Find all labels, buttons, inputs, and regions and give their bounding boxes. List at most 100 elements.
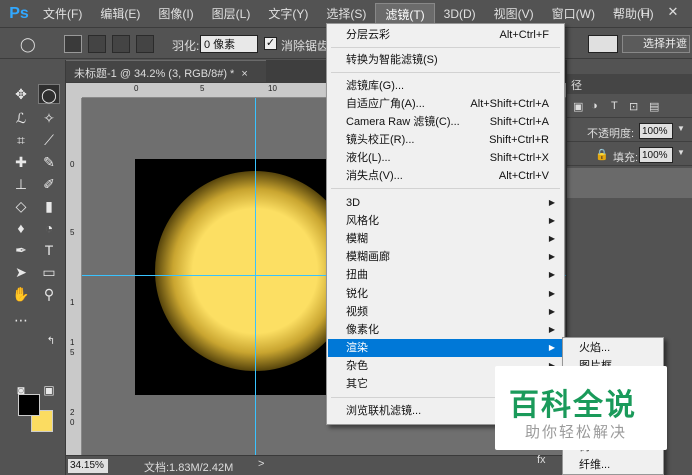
menu-item-convert-smart-filter[interactable]: 转换为智能滤镜(S) <box>328 51 563 69</box>
menu-item-sharpen[interactable]: 锐化 ▶ <box>328 285 563 303</box>
menu-item-blur[interactable]: 模糊 ▶ <box>328 230 563 248</box>
more-tools-icon[interactable]: ⋯ <box>10 310 32 330</box>
lasso-tool-icon[interactable]: ℒ <box>10 108 32 128</box>
blur-tool-icon[interactable]: ♦ <box>10 218 32 238</box>
move-tool-icon[interactable]: ✥ <box>10 84 32 104</box>
filter-type-icon[interactable]: T <box>611 100 618 112</box>
healing-brush-icon[interactable]: ✚ <box>10 152 32 172</box>
menu-item-adaptive-wide-angle[interactable]: 自适应广角(A)... Alt+Shift+Ctrl+A <box>328 95 563 113</box>
menu-item-label: 像素化 <box>346 324 379 336</box>
menu-item-stylize[interactable]: 风格化 ▶ <box>328 212 563 230</box>
crop-tool-icon[interactable]: ⌗ <box>10 130 32 150</box>
height-input[interactable] <box>588 35 618 53</box>
status-menu-arrow[interactable]: > <box>258 458 264 470</box>
new-selection-icon[interactable] <box>64 35 82 53</box>
menu-3d[interactable]: 3D(D) <box>435 3 485 25</box>
menu-window[interactable]: 窗口(W) <box>543 3 604 25</box>
subtract-selection-icon[interactable] <box>112 35 130 53</box>
document-tab-title: 未标题-1 @ 34.2% (3, RGB/8#) * <box>74 68 235 80</box>
menu-separator <box>331 188 560 189</box>
zoom-tool-icon[interactable]: ⚲ <box>38 284 60 304</box>
vertical-guide[interactable] <box>255 98 256 455</box>
menu-file[interactable]: 文件(F) <box>34 3 91 25</box>
path-selection-icon[interactable]: ➤ <box>10 262 32 282</box>
menu-item-filter-gallery[interactable]: 滤镜库(G)... <box>328 77 563 95</box>
menu-layer[interactable]: 图层(L) <box>203 3 260 25</box>
swap-colors-icon[interactable]: ↰ <box>40 332 62 352</box>
lock-icon[interactable]: 🔒 <box>595 148 609 161</box>
menu-item-blur-gallery[interactable]: 模糊画廊 ▶ <box>328 248 563 266</box>
rectangle-tool-icon[interactable]: ▭ <box>38 262 60 282</box>
filter-pixel-icon[interactable]: ▣ <box>573 100 583 113</box>
filter-smart-icon[interactable]: ▤ <box>649 100 659 113</box>
zoom-level-field[interactable]: 34.15% <box>68 459 108 473</box>
submenu-item-fibers[interactable]: 纤维... <box>579 456 610 474</box>
menu-item-pixelate[interactable]: 像素化 ▶ <box>328 321 563 339</box>
brush-tool-icon[interactable]: ✎ <box>38 152 60 172</box>
hand-tool-icon[interactable]: ✋ <box>10 284 32 304</box>
select-and-mask-button[interactable]: 选择并遮 <box>622 35 690 53</box>
marquee-preset-icon[interactable]: ◯ <box>20 35 38 53</box>
opacity-dropdown-icon[interactable]: ▼ <box>677 124 685 133</box>
type-tool-icon[interactable]: T <box>38 240 60 260</box>
fill-field[interactable]: 100% <box>639 147 673 163</box>
menu-edit[interactable]: 编辑(E) <box>91 3 149 25</box>
menu-item-label: 液化(L)... <box>346 152 391 164</box>
add-selection-icon[interactable] <box>88 35 106 53</box>
close-icon[interactable]: ✕ <box>664 4 682 22</box>
intersect-selection-icon[interactable] <box>136 35 154 53</box>
menu-item-camera-raw[interactable]: Camera Raw 滤镜(C)... Shift+Ctrl+A <box>328 113 563 131</box>
menu-item-label: 转换为智能滤镜(S) <box>346 54 438 66</box>
screen-mode-icon[interactable]: ▣ <box>38 380 60 400</box>
ruler-h-label: 5 <box>200 84 205 93</box>
magic-wand-icon[interactable]: ✧ <box>38 108 60 128</box>
opacity-label: 不透明度: <box>587 128 635 140</box>
menu-item-liquify[interactable]: 液化(L)... Shift+Ctrl+X <box>328 149 563 167</box>
clone-stamp-icon[interactable]: ⊥ <box>10 174 32 194</box>
menu-item-vanishing-point[interactable]: 消失点(V)... Alt+Ctrl+V <box>328 167 563 185</box>
menu-image[interactable]: 图像(I) <box>149 3 202 25</box>
antialias-checkbox[interactable]: ✓ <box>264 37 277 50</box>
ruler-v-label: 5 <box>70 348 75 357</box>
menu-item-shortcut: Alt+Ctrl+V <box>498 170 549 182</box>
ruler-v-label: 5 <box>70 228 75 237</box>
dodge-tool-icon[interactable]: ◔ <box>38 218 60 238</box>
foreground-color-swatch[interactable] <box>18 394 40 416</box>
feather-label: 羽化: <box>172 39 200 53</box>
menu-view[interactable]: 视图(V) <box>485 3 543 25</box>
menu-item-video[interactable]: 视频 ▶ <box>328 303 563 321</box>
elliptical-marquee-icon[interactable]: ◯ <box>38 84 60 104</box>
menu-item-lens-correction[interactable]: 镜头校正(R)... Shift+Ctrl+R <box>328 131 563 149</box>
menu-select[interactable]: 选择(S) <box>317 3 375 25</box>
gradient-tool-icon[interactable]: ▮ <box>38 196 60 216</box>
maximize-icon[interactable]: □ <box>636 4 654 22</box>
opacity-field[interactable]: 100% <box>639 123 673 139</box>
menu-item-label: 锐化 <box>346 288 368 300</box>
menu-item-label: 浏览联机滤镜... <box>346 405 422 417</box>
document-tab[interactable]: 未标题-1 @ 34.2% (3, RGB/8#) * × <box>66 60 266 82</box>
menu-item-render[interactable]: 渲染 ▶ <box>328 339 563 357</box>
watermark-title: 百科全说 <box>509 388 637 423</box>
fill-dropdown-icon[interactable]: ▼ <box>677 148 685 157</box>
menu-item-clouds[interactable]: 分层云彩 Alt+Ctrl+F <box>328 26 563 44</box>
eraser-tool-icon[interactable]: ◇ <box>10 196 32 216</box>
paths-panel-tab[interactable]: 径 <box>567 74 692 94</box>
minimize-icon[interactable]: – <box>608 4 626 22</box>
menu-item-3d[interactable]: 3D ▶ <box>328 194 563 212</box>
filter-adjust-icon[interactable]: ◑ <box>591 100 598 112</box>
menu-type[interactable]: 文字(Y) <box>259 3 317 25</box>
pen-tool-icon[interactable]: ✒ <box>10 240 32 260</box>
eyedropper-icon[interactable]: ⟋ <box>38 130 60 150</box>
document-tab-close-icon[interactable]: × <box>241 68 247 80</box>
feather-input[interactable] <box>200 35 258 53</box>
menu-item-distort[interactable]: 扭曲 ▶ <box>328 266 563 284</box>
layer-row[interactable] <box>567 168 692 198</box>
history-brush-icon[interactable]: ✐ <box>38 174 60 194</box>
menu-item-shortcut: Alt+Shift+Ctrl+A <box>470 98 549 110</box>
fill-label: 填充: <box>613 152 639 164</box>
submenu-item-flame[interactable]: 火焰... <box>579 339 610 357</box>
fx-icon[interactable]: fx <box>537 454 546 466</box>
filter-shape-icon[interactable]: ⊡ <box>629 100 638 113</box>
submenu-arrow-icon: ▶ <box>548 289 555 298</box>
menu-filter[interactable]: 滤镜(T) <box>375 2 435 25</box>
